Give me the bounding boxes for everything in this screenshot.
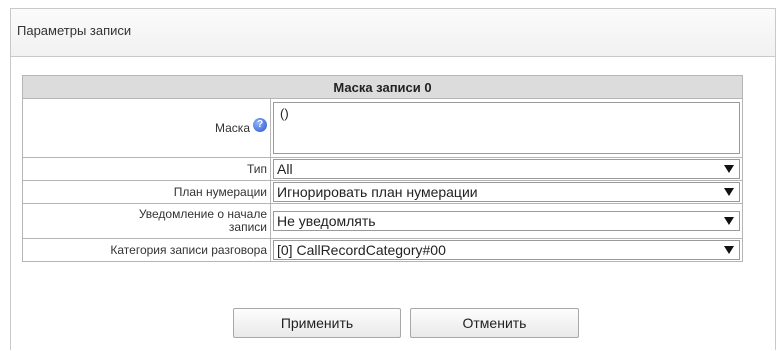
notify-label-cell: Уведомление о начале записи bbox=[22, 203, 271, 239]
numbering-plan-select-value: Игнорировать план нумерации bbox=[277, 184, 478, 200]
notify-row: Уведомление о начале записи Не уведомлят… bbox=[22, 203, 743, 239]
category-label: Категория записи разговора bbox=[22, 238, 271, 262]
numbering-plan-label: План нумерации bbox=[22, 180, 271, 204]
chevron-down-icon bbox=[724, 188, 734, 196]
notify-label-line1: Уведомление о начале bbox=[138, 207, 267, 221]
numbering-plan-select[interactable]: Игнорировать план нумерации bbox=[273, 182, 740, 202]
type-select-value: All bbox=[277, 161, 293, 177]
numbering-plan-value-cell: Игнорировать план нумерации bbox=[270, 180, 743, 204]
panel-title: Параметры записи bbox=[11, 9, 775, 57]
mask-label-cell: Маска? bbox=[22, 98, 271, 158]
type-select[interactable]: All bbox=[273, 159, 740, 179]
record-mask-form: Маска записи 0 Маска? () Тип All План ну… bbox=[22, 75, 743, 262]
type-label: Тип bbox=[22, 157, 271, 181]
table-title-row: Маска записи 0 bbox=[22, 75, 743, 99]
notify-value-cell: Не уведомлять bbox=[270, 203, 743, 239]
mask-textarea[interactable]: () bbox=[273, 102, 740, 154]
chevron-down-icon bbox=[724, 165, 734, 173]
table-title: Маска записи 0 bbox=[22, 75, 743, 99]
notify-label-line2: записи bbox=[228, 220, 267, 234]
category-select[interactable]: [0] CallRecordCategory#00 bbox=[273, 240, 740, 260]
chevron-down-icon bbox=[724, 246, 734, 254]
mask-row: Маска? () bbox=[22, 98, 743, 158]
cancel-button[interactable]: Отменить bbox=[410, 308, 579, 338]
category-select-value: [0] CallRecordCategory#00 bbox=[277, 242, 446, 258]
chevron-down-icon bbox=[724, 217, 734, 225]
numbering-plan-row: План нумерации Игнорировать план нумерац… bbox=[22, 180, 743, 204]
apply-button[interactable]: Применить bbox=[233, 308, 401, 338]
type-row: Тип All bbox=[22, 157, 743, 181]
mask-value: () bbox=[280, 106, 289, 121]
notify-select[interactable]: Не уведомлять bbox=[273, 211, 740, 231]
help-icon[interactable]: ? bbox=[253, 118, 267, 133]
notify-select-value: Не уведомлять bbox=[277, 213, 376, 229]
mask-value-cell: () bbox=[270, 98, 743, 158]
mask-label: Маска bbox=[215, 120, 250, 135]
type-value-cell: All bbox=[270, 157, 743, 181]
category-value-cell: [0] CallRecordCategory#00 bbox=[270, 238, 743, 262]
category-row: Категория записи разговора [0] CallRecor… bbox=[22, 238, 743, 262]
